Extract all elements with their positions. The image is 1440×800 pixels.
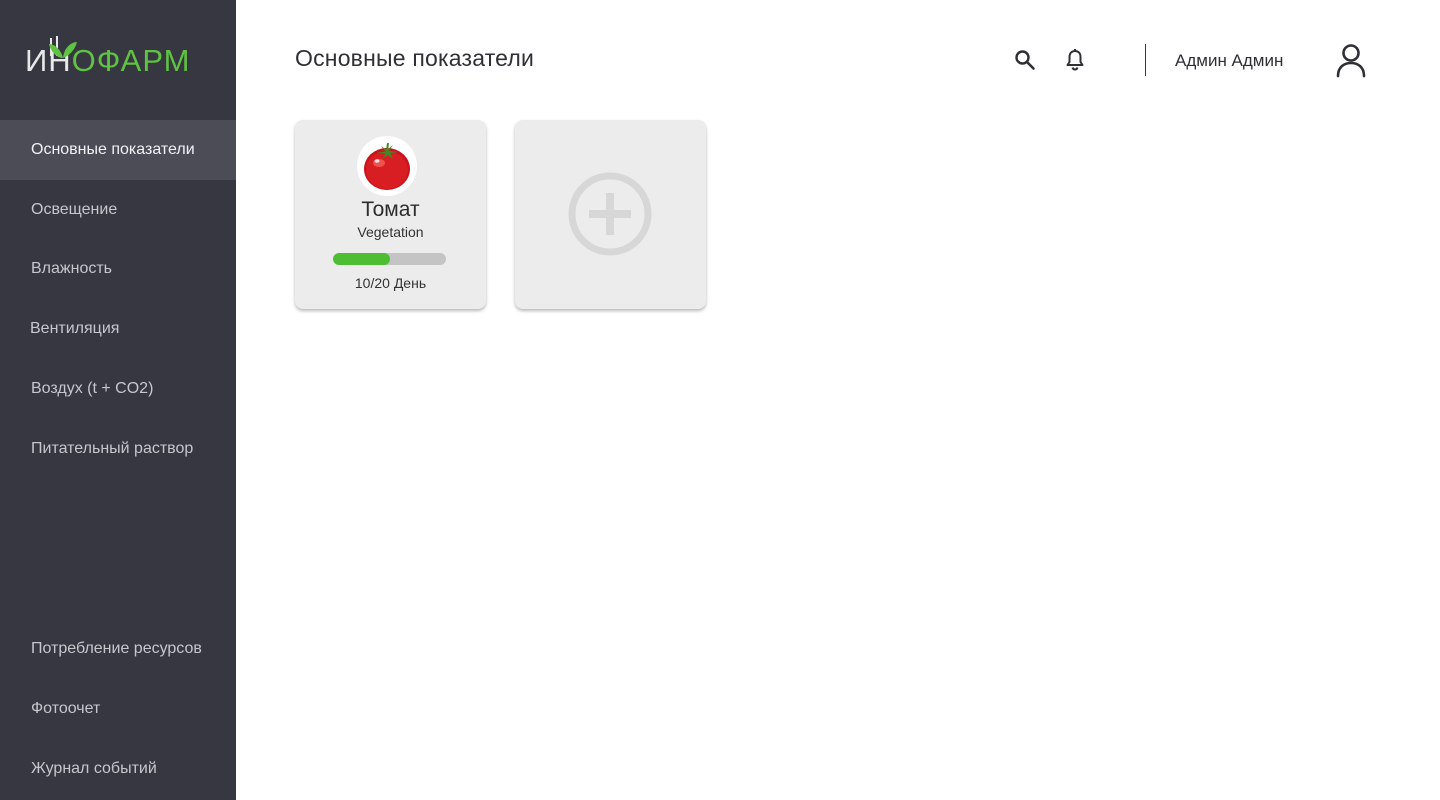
sidebar-item-label: Потребление ресурсов [31, 640, 202, 657]
plant-day-counter: 10/20 День [354, 275, 427, 291]
plant-stage: Vegetation [357, 224, 424, 240]
add-plant-card[interactable] [515, 120, 706, 309]
sidebar-item-label: Влажность [31, 260, 113, 277]
search-button[interactable] [1010, 45, 1040, 75]
user-icon [1336, 44, 1366, 78]
sidebar-item-label: Вентиляция [30, 320, 120, 337]
growth-progress-bar [333, 253, 446, 265]
add-circle-icon [568, 172, 652, 256]
sidebar-item-lighting[interactable]: Освещение [0, 180, 236, 240]
sidebar-item-label: Журнал событий [31, 760, 157, 777]
page-title: Основные показатели [295, 45, 535, 71]
sidebar-item-ventilation[interactable]: Вентиляция [0, 299, 236, 359]
sidebar-item-photo-report[interactable]: Фотоочет [0, 679, 236, 739]
sidebar-item-nutrient-solution[interactable]: Питательный раствор [0, 419, 236, 479]
sidebar-item-label: Основные показатели [31, 141, 195, 158]
sidebar-item-event-log[interactable]: Журнал событий [0, 739, 236, 799]
header-divider [1145, 44, 1146, 76]
sidebar-item-air[interactable]: Воздух (t + CO2) [0, 359, 236, 419]
notifications-button[interactable] [1060, 45, 1090, 75]
plant-name: Томат [361, 198, 420, 221]
sidebar-item-resource-consumption[interactable]: Потребление ресурсов [0, 619, 236, 679]
search-icon [1015, 50, 1035, 70]
bell-icon [1066, 49, 1084, 71]
growth-progress-fill [333, 253, 390, 265]
sidebar-item-label: Освещение [31, 201, 118, 218]
logo[interactable]: ИНОФАРМ [25, 34, 215, 80]
plant-card[interactable]: Томат Vegetation 10/20 День [295, 120, 486, 309]
sidebar-item-main-indicators[interactable]: Основные показатели [0, 120, 236, 180]
user-avatar[interactable] [1332, 41, 1370, 79]
sidebar: ИНОФАРМ Основные показатели Освещение Вл… [0, 0, 236, 800]
user-name[interactable]: Админ Админ [1175, 51, 1283, 71]
sidebar-item-label: Фотоочет [31, 700, 101, 717]
sidebar-item-label: Питательный раствор [31, 440, 194, 457]
tomato-icon [357, 136, 417, 196]
leaf-icon [49, 36, 77, 58]
sidebar-item-humidity[interactable]: Влажность [0, 239, 236, 299]
sidebar-item-label: Воздух (t + CO2) [31, 380, 154, 397]
